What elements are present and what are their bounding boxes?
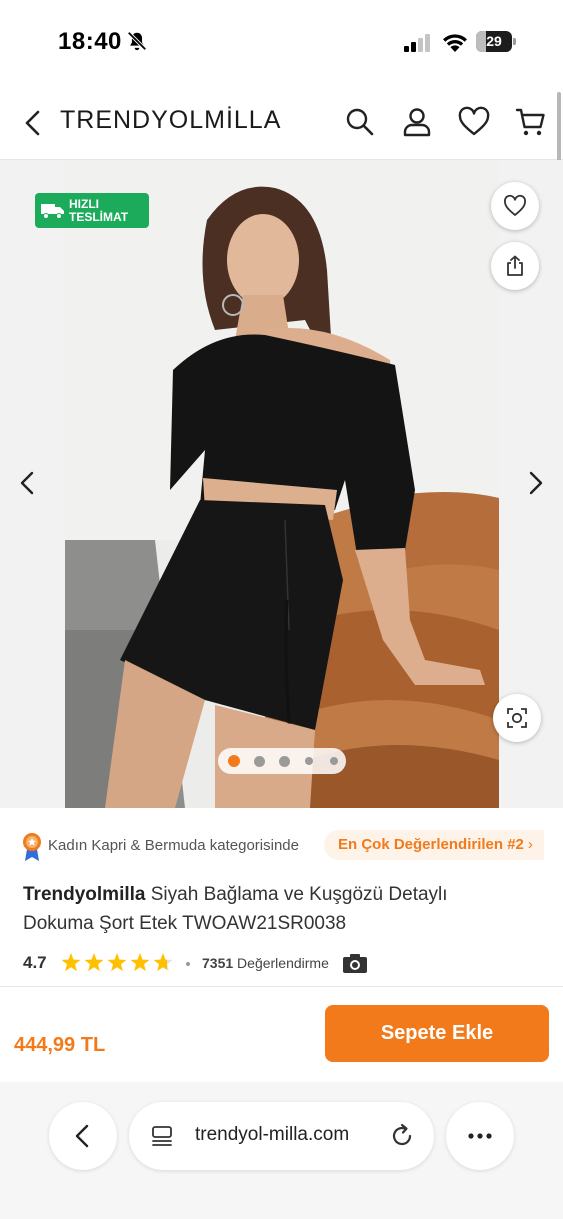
badge-line-2: TESLİMAT (69, 210, 129, 224)
divider (0, 986, 563, 987)
url-text[interactable]: trendyol-milla.com (195, 1124, 349, 1146)
app-header: TRENDYOLMİLLA (0, 84, 563, 160)
product-photo[interactable] (65, 160, 499, 808)
cart-icon[interactable] (515, 106, 547, 138)
medal-icon (23, 833, 41, 861)
chevron-left-icon (75, 1124, 89, 1148)
visual-search-button[interactable] (493, 694, 541, 742)
pagination-dot[interactable] (278, 755, 290, 767)
star-icon (61, 953, 81, 972)
star-icon (153, 953, 173, 972)
heart-icon (504, 194, 526, 216)
pagination-dot[interactable] (253, 755, 265, 767)
pagination-dot[interactable] (305, 757, 313, 765)
pagination-dot[interactable] (228, 755, 240, 767)
visual-search-icon (507, 708, 527, 728)
bell-slash-icon (127, 31, 147, 51)
search-icon[interactable] (344, 106, 376, 138)
pagination-dot[interactable] (330, 757, 338, 765)
add-to-cart-button[interactable]: Sepete Ekle (325, 1005, 549, 1062)
favorite-button[interactable] (491, 182, 539, 230)
chevron-right-icon[interactable] (523, 466, 549, 500)
separator-dot (186, 962, 190, 966)
review-count-label: Değerlendirme (233, 955, 329, 971)
more-icon (468, 1133, 492, 1139)
tabs-icon[interactable] (150, 1124, 174, 1148)
product-page: 18:40 29 TRENDYOLMİLLA HIZLI TESLİMAT Ka… (0, 0, 563, 1219)
product-gallery[interactable]: HIZLI TESLİMAT (0, 160, 563, 808)
product-price: 444,99 TL (14, 1034, 106, 1056)
signal-icon (404, 34, 430, 52)
more-button[interactable] (446, 1102, 514, 1170)
brand-title[interactable]: TRENDYOLMİLLA (60, 106, 281, 135)
star-icon (107, 953, 127, 972)
battery-level-text: 29 (486, 33, 502, 49)
share-icon (507, 255, 523, 276)
status-bar: 18:40 29 (0, 0, 563, 84)
image-pagination[interactable] (218, 748, 346, 774)
status-time: 18:40 (58, 28, 122, 55)
user-icon[interactable] (401, 106, 433, 138)
chevron-left-icon[interactable] (14, 466, 40, 500)
product-brand[interactable]: Trendyolmilla (23, 884, 145, 905)
rank-label: En Çok Değerlendirilen #2 (338, 836, 524, 853)
category-rank-row[interactable]: Kadın Kapri & Bermuda kategorisinde En Ç… (22, 830, 563, 862)
rank-chevron: › (527, 836, 533, 853)
star-icon (84, 953, 104, 972)
fast-delivery-badge: HIZLI TESLİMAT (35, 193, 149, 228)
review-count[interactable]: 7351 Değerlendirme (202, 955, 329, 971)
reload-icon[interactable] (388, 1122, 416, 1150)
address-bar[interactable]: trendyol-milla.com (129, 1102, 434, 1170)
category-text: Kadın Kapri & Bermuda kategorisinde (48, 837, 299, 854)
rating-stars (61, 953, 173, 972)
heart-icon[interactable] (458, 106, 490, 138)
wifi-icon (443, 34, 467, 52)
rating-value: 4.7 (23, 953, 47, 972)
browser-back-button[interactable] (49, 1102, 117, 1170)
camera-icon[interactable] (342, 952, 368, 974)
share-button[interactable] (491, 242, 539, 290)
rank-badge[interactable]: En Çok Değerlendirilen #2 › (324, 830, 544, 860)
rating-row[interactable]: 4.7 7351 Değerlendirme (23, 952, 543, 974)
back-icon[interactable] (18, 106, 48, 140)
product-title: Trendyolmilla Siyah Bağlama ve Kuşgözü D… (23, 880, 523, 938)
star-icon (130, 953, 150, 972)
browser-toolbar: trendyol-milla.com (0, 1082, 563, 1219)
review-count-number: 7351 (202, 955, 234, 971)
truck-icon (41, 204, 64, 219)
battery-icon: 29 (476, 31, 516, 52)
